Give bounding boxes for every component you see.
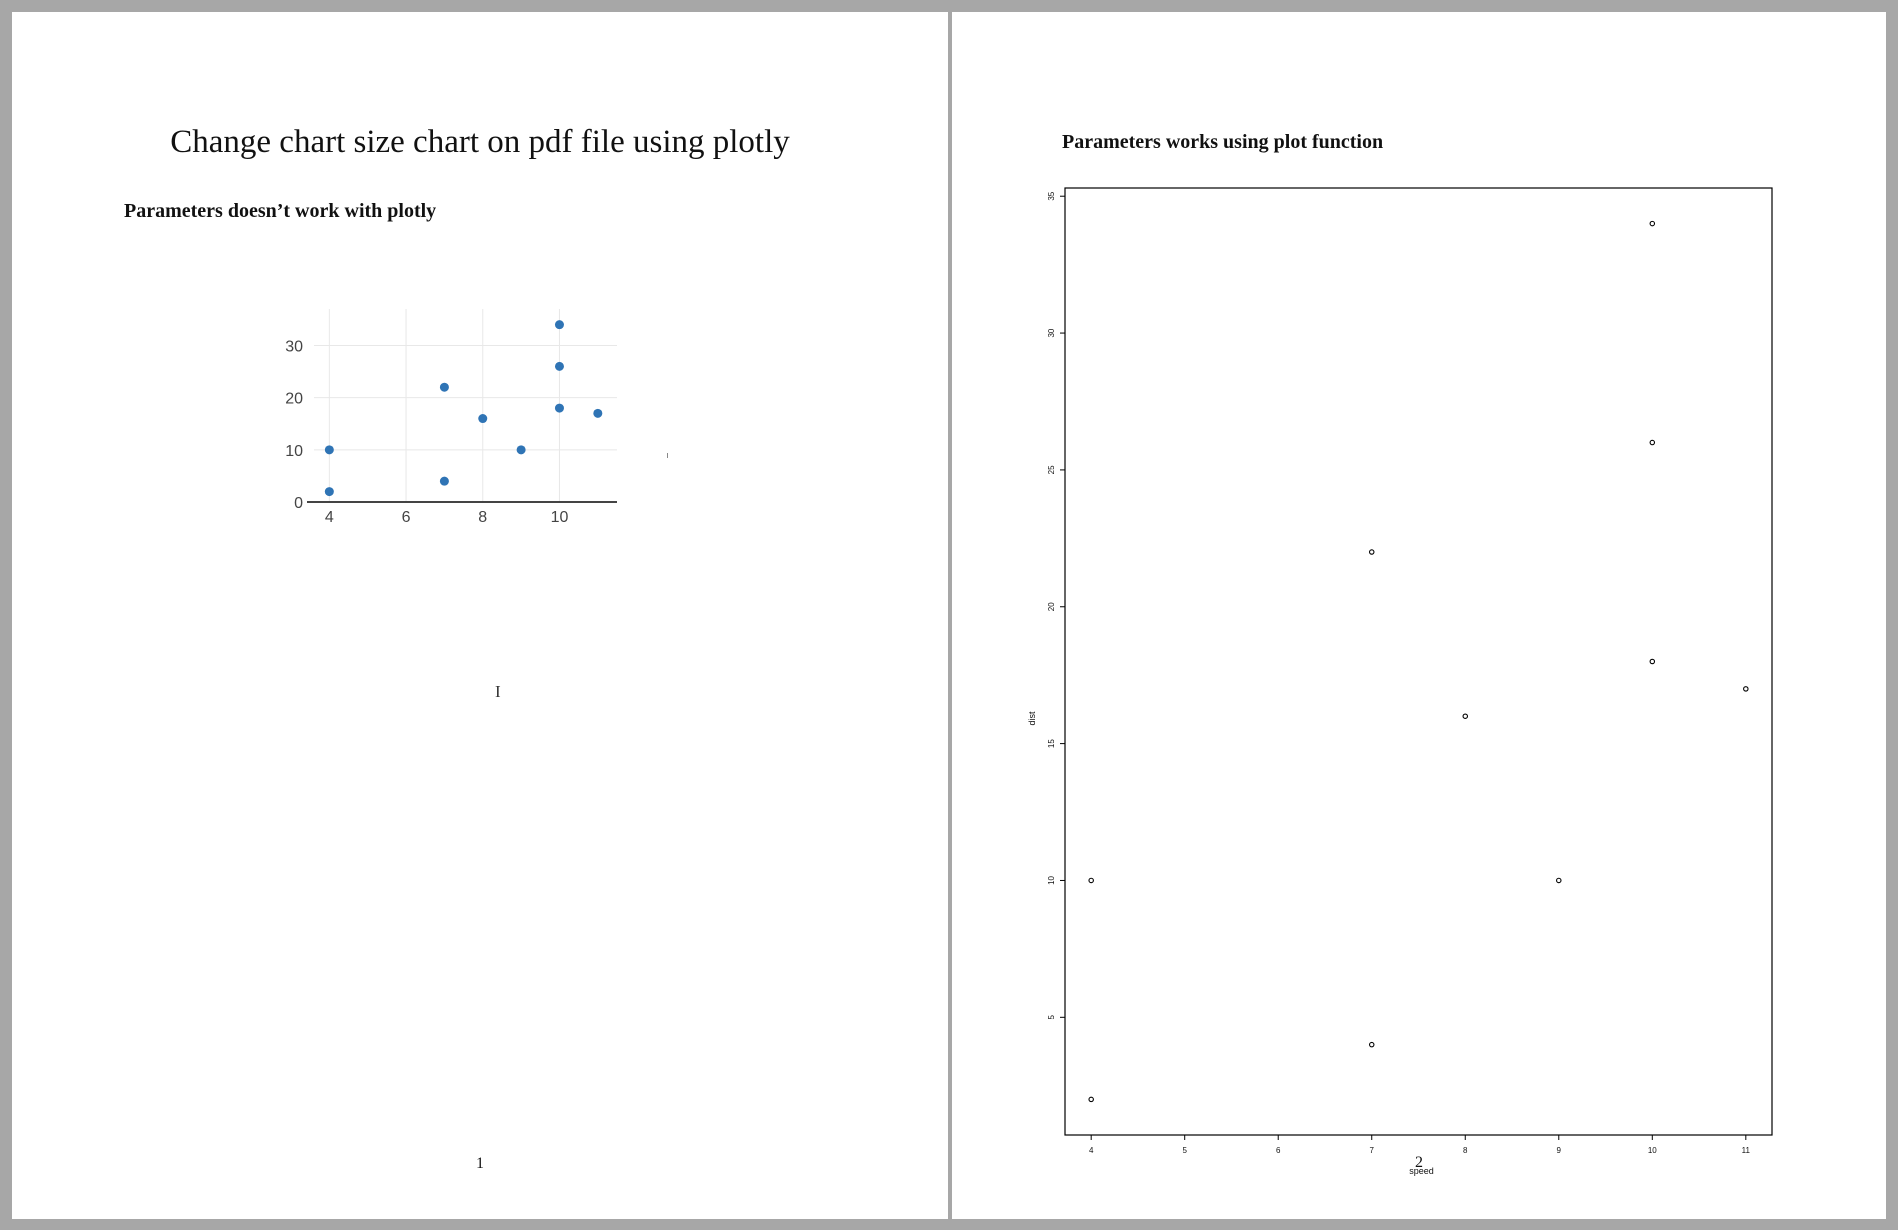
x-tick-label: 4 — [325, 509, 334, 526]
data-point — [1743, 686, 1749, 692]
data-point — [478, 414, 488, 424]
x-tick-label: 10 — [551, 509, 569, 526]
section-title-plotly: Parameters doesn’t work with plotly — [124, 200, 437, 222]
page-number-2: 2 — [1415, 1154, 1423, 1171]
plotly-scatter-chart: 4 6 8 10 0 10 20 30 — [285, 309, 617, 526]
data-point — [1088, 1096, 1094, 1103]
y-tick-label: 25 — [1047, 465, 1056, 474]
y-tick-label: 0 — [294, 495, 303, 512]
section-title-base-plot: Parameters works using plot function — [1062, 131, 1384, 153]
data-point — [516, 445, 526, 455]
x-tick-label: 8 — [478, 509, 487, 526]
data-point — [554, 320, 564, 330]
x-tick-label: 4 — [1089, 1146, 1094, 1155]
data-point — [324, 487, 334, 497]
data-point — [1649, 439, 1656, 446]
y-tick-label: 15 — [1047, 739, 1056, 748]
y-tick-label: 20 — [1047, 602, 1056, 611]
base-r-scatter-chart: 4 5 6 7 8 9 10 115101520253035speeddist — [1027, 187, 1773, 1176]
x-tick-label: 6 — [1276, 1146, 1281, 1155]
data-point — [1368, 1041, 1375, 1048]
x-tick-label: 8 — [1463, 1146, 1468, 1155]
plot-box — [1064, 187, 1773, 1136]
data-point — [554, 361, 564, 371]
x-tick-label: 10 — [1648, 1146, 1657, 1155]
x-tick-label: 6 — [402, 509, 411, 526]
x-tick-label: 9 — [1557, 1146, 1562, 1155]
y-axis-label: dist — [1027, 711, 1037, 726]
data-point — [554, 403, 564, 413]
y-tick-label: 10 — [1047, 875, 1056, 884]
y-tick-label: 5 — [1047, 1015, 1056, 1020]
data-point — [593, 408, 603, 418]
y-tick-label: 10 — [285, 443, 303, 460]
pdf-page-1: Change chart size chart on pdf file usin… — [12, 12, 948, 1219]
data-point — [1649, 220, 1656, 227]
x-tick-label: 5 — [1182, 1146, 1187, 1155]
y-tick-label: 20 — [285, 391, 303, 408]
stray-glyph: I — [495, 682, 501, 701]
data-point — [1088, 877, 1094, 884]
y-tick-label: 35 — [1047, 191, 1056, 200]
x-tick-label: 11 — [1742, 1146, 1751, 1155]
data-point — [324, 445, 334, 455]
x-tick-label: 7 — [1370, 1146, 1375, 1155]
tiny-stray-mark — [667, 453, 668, 458]
data-point — [1462, 713, 1469, 719]
page-number-1: 1 — [476, 1155, 484, 1172]
pdf-page-2: Parameters works using plot function 4 5 6… — [952, 12, 1886, 1219]
y-tick-label: 30 — [1047, 328, 1056, 337]
y-tick-label: 30 — [285, 339, 303, 356]
data-point — [1649, 658, 1656, 665]
data-point — [1368, 549, 1375, 555]
data-point — [439, 476, 449, 486]
data-point — [1556, 877, 1562, 884]
data-point — [439, 382, 449, 392]
document-title: Change chart size chart on pdf file usin… — [170, 124, 790, 160]
